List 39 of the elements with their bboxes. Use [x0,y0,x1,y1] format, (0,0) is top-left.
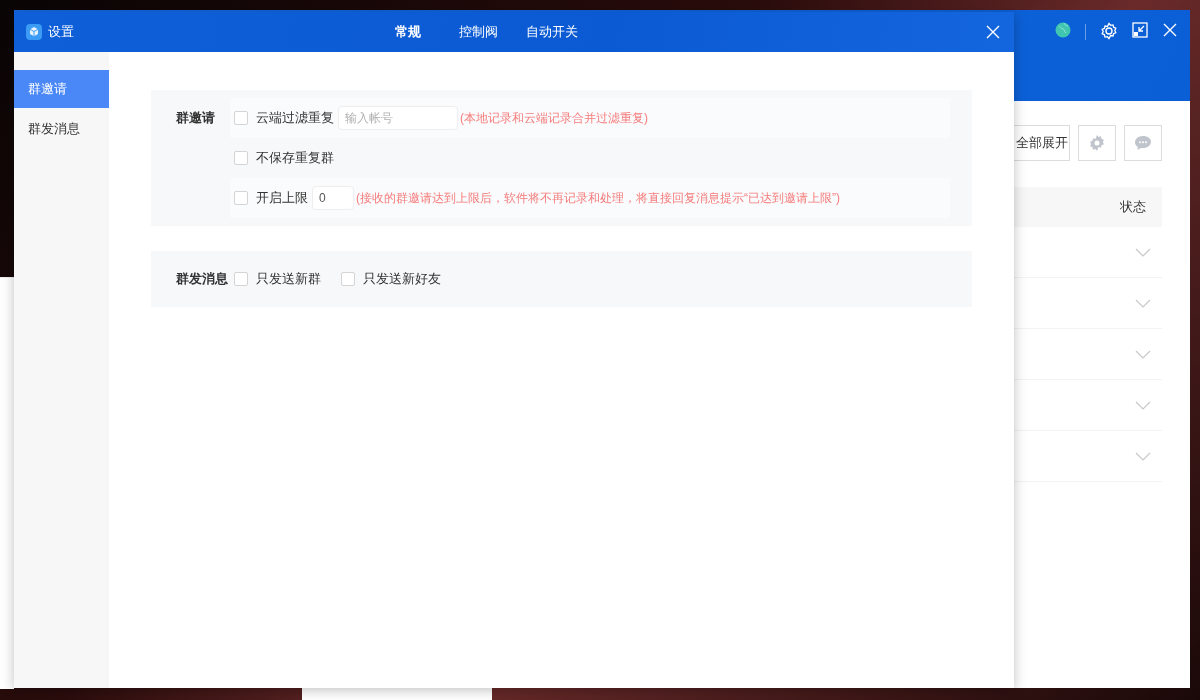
sidebar-item[interactable]: 群发消息 [14,110,109,148]
checkbox-label: 开启上限 [256,189,308,207]
restore-icon[interactable] [1132,22,1148,38]
checkbox-label: 不保存重复群 [256,149,334,167]
gear-icon [1089,135,1105,151]
column-header: 状态 [1120,198,1146,216]
chat-bubble-icon [1134,135,1152,151]
window-title: 设置 [48,23,74,41]
checkbox[interactable] [234,111,248,125]
checkbox[interactable] [234,151,248,165]
chevron-icon[interactable] [1135,349,1151,359]
tab[interactable]: 常规 [381,12,445,52]
chevron-icon[interactable] [1135,298,1151,308]
checkbox-label: 只发送新好友 [363,270,441,288]
hint-text: (接收的群邀请达到上限后，软件将不再记录和处理，将直接回复消息提示“已达到邀请上限”) [356,189,840,207]
settings-button[interactable] [1078,125,1116,161]
expand-all-button[interactable]: 全部展开 [1014,125,1070,161]
checkbox-label: 只发送新群 [256,270,321,288]
chevron-icon[interactable] [1135,400,1151,410]
globe-icon[interactable] [1055,22,1071,38]
close-icon[interactable] [986,25,1000,39]
input-field[interactable]: 0 [312,186,354,210]
chat-button[interactable] [1124,125,1162,161]
checkbox-label: 云端过滤重复 [256,109,334,127]
section-label: 群邀请 [176,109,215,127]
hint-text: (本地记录和云端记录合并过滤重复) [460,109,648,127]
checkbox[interactable] [234,191,248,205]
close-icon[interactable] [1162,22,1178,38]
chevron-icon[interactable] [1135,451,1151,461]
sidebar-item[interactable]: 群邀请 [14,70,109,108]
app-logo-icon [26,24,42,40]
chevron-icon[interactable] [1135,247,1151,257]
checkbox[interactable] [234,272,248,286]
input-field[interactable]: 输入帐号 [338,106,458,130]
section-label: 群发消息 [176,270,228,288]
tab[interactable]: 控制阀 [445,12,512,52]
checkbox[interactable] [341,272,355,286]
settings-icon[interactable] [1100,22,1118,40]
tab[interactable]: 自动开关 [512,12,592,52]
